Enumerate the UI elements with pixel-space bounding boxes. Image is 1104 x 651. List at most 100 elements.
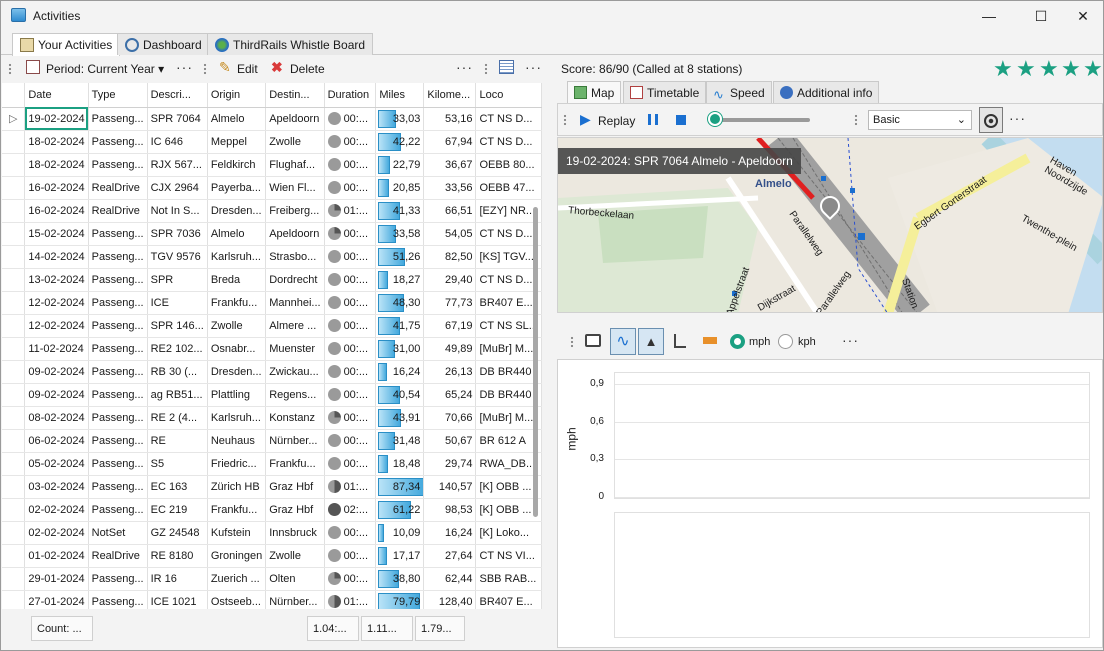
cell-kilometers[interactable]: 50,67 [423,429,477,453]
cell-type[interactable]: Passeng... [88,383,148,407]
cell-miles[interactable]: 10,09 [375,521,425,545]
cell-origin[interactable]: Osnabr... [207,337,267,361]
tab-dashboard[interactable]: Dashboard [117,33,210,55]
cell-loco[interactable]: [K] OBB ... [475,475,542,499]
table-row[interactable]: 02-02-2024 Passeng... EC 219 Frankfu... Graz… [2,498,542,522]
cell-miles[interactable]: 51,26 [375,245,425,269]
cell-miles[interactable]: 41,75 [375,314,425,338]
table-row[interactable]: 05-02-2024 Passeng... S5 Friedric... Frankfu… [2,452,542,476]
cell-kilometers[interactable]: 65,24 [423,383,477,407]
cell-description[interactable]: CJX 2964 [147,176,208,200]
cell-duration[interactable]: 00:... [324,383,377,407]
cell-origin[interactable]: Meppel [207,130,267,154]
cell-date[interactable]: 05-02-2024 [24,452,89,476]
cell-type[interactable]: Passeng... [88,268,148,292]
cell-destination[interactable]: Olten [265,567,325,591]
cell-kilometers[interactable]: 70,66 [423,406,477,430]
cell-kilometers[interactable]: 33,56 [423,176,477,200]
ruler-icon[interactable] [703,337,717,344]
axis-icon[interactable] [674,334,686,348]
cell-description[interactable]: IR 16 [147,567,208,591]
cell-miles[interactable]: 40,54 [375,383,425,407]
kph-radio[interactable] [778,334,793,349]
cell-date[interactable]: 29-01-2024 [24,567,89,591]
table-row[interactable]: 06-02-2024 Passeng... RE Neuhaus Nürnber... 0… [2,429,542,453]
cell-origin[interactable]: Zürich HB [207,475,267,499]
delete-button[interactable]: Delete [290,62,325,76]
cell-miles[interactable]: 31,48 [375,429,425,453]
cell-loco[interactable]: [EZY] NR... [475,199,542,223]
toolbar-grip[interactable] [854,114,858,126]
map-style-select[interactable]: Basic ⌄ [868,110,972,130]
cell-kilometers[interactable]: 67,94 [423,130,477,154]
cell-description[interactable]: RE 8180 [147,544,208,568]
table-row[interactable]: 14-02-2024 Passeng... TGV 9576 Karlsruh... S… [2,245,542,269]
cell-type[interactable]: Passeng... [88,475,148,499]
cell-miles[interactable]: 20,85 [375,176,425,200]
cell-duration[interactable]: 01:... [324,590,377,609]
cell-description[interactable]: IC 646 [147,130,208,154]
cell-duration[interactable]: 00:... [324,406,377,430]
cell-duration[interactable]: 00:... [324,268,377,292]
cell-miles[interactable]: 38,80 [375,567,425,591]
cell-kilometers[interactable]: 53,16 [423,107,477,131]
cell-date[interactable]: 02-02-2024 [24,498,89,522]
cell-kilometers[interactable]: 77,73 [423,291,477,315]
cell-miles[interactable]: 33,03 [375,107,425,131]
cell-origin[interactable]: Kufstein [207,521,267,545]
table-row[interactable]: ▷ 19-02-2024 Passeng... SPR 7064 Almelo Apeld… [2,107,542,131]
cell-kilometers[interactable]: 140,57 [423,475,477,499]
cell-kilometers[interactable]: 29,40 [423,268,477,292]
cell-destination[interactable]: Konstanz [265,406,325,430]
replay-progress-slider[interactable] [710,118,810,122]
cell-type[interactable]: Passeng... [88,337,148,361]
period-more-button[interactable]: ··· [176,59,193,75]
cell-duration[interactable]: 00:... [324,291,377,315]
cell-loco[interactable]: CT NS D... [475,130,542,154]
cell-date[interactable]: 18-02-2024 [24,130,89,154]
period-dropdown[interactable]: Period: Current Year ▾ [46,62,164,76]
cell-date[interactable]: 02-02-2024 [24,521,89,545]
elevation-graph-toggle[interactable]: ▲ [638,328,664,355]
cell-loco[interactable]: SBB RAB... [475,567,542,591]
view-more-button[interactable]: ··· [525,59,542,75]
cell-destination[interactable]: Apeldoorn [265,222,325,246]
cell-destination[interactable]: Apeldoorn [265,107,325,131]
cell-date[interactable]: 11-02-2024 [24,337,89,361]
edit-button[interactable]: Edit [237,62,258,76]
cell-origin[interactable]: Zwolle [207,314,267,338]
cell-date[interactable]: 01-02-2024 [24,544,89,568]
tab-timetable[interactable]: Timetable [623,81,707,103]
cell-date[interactable]: 14-02-2024 [24,245,89,269]
cell-type[interactable]: Passeng... [88,153,148,177]
cell-destination[interactable]: Zwolle [265,130,325,154]
cell-origin[interactable]: Zuerich ... [207,567,267,591]
cell-loco[interactable]: [K] OBB ... [475,498,542,522]
slider-thumb[interactable] [708,112,722,126]
map-more-button[interactable]: ··· [1009,110,1026,126]
cell-destination[interactable]: Flughaf... [265,153,325,177]
cell-destination[interactable]: Nürnber... [265,590,325,609]
cell-type[interactable]: Passeng... [88,567,148,591]
cell-loco[interactable]: CT NS VI... [475,544,542,568]
chart-more-button[interactable]: ··· [842,332,859,348]
cell-kilometers[interactable]: 82,50 [423,245,477,269]
cell-date[interactable]: 13-02-2024 [24,268,89,292]
table-row[interactable]: 18-02-2024 Passeng... IC 646 Meppel Zwolle 00… [2,130,542,154]
cell-duration[interactable]: 00:... [324,107,377,131]
grid-vertical-scrollbar[interactable] [533,207,538,517]
cell-origin[interactable]: Breda [207,268,267,292]
cell-type[interactable]: Passeng... [88,245,148,269]
pause-button[interactable] [648,114,658,125]
cell-duration[interactable]: 00:... [324,245,377,269]
table-row[interactable]: 01-02-2024 RealDrive RE 8180 Groningen Zwoll… [2,544,542,568]
cell-destination[interactable]: Nürnber... [265,429,325,453]
cell-loco[interactable]: BR407 E... [475,291,542,315]
cell-type[interactable]: RealDrive [88,176,148,200]
cell-kilometers[interactable]: 66,51 [423,199,477,223]
cell-duration[interactable]: 00:... [324,429,377,453]
cell-type[interactable]: Passeng... [88,107,148,131]
cell-destination[interactable]: Innsbruck [265,521,325,545]
toolbar-grip[interactable] [203,63,207,75]
toolbar-grip[interactable] [563,114,567,126]
